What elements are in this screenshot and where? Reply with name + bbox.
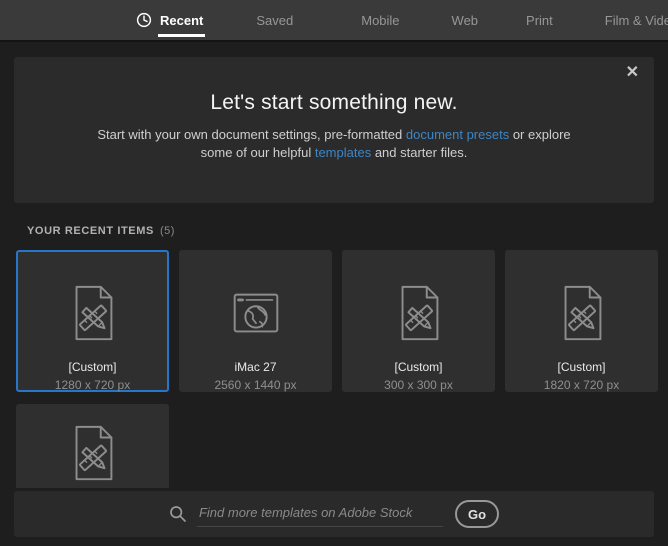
card-size: 1820 x 720 px	[507, 378, 656, 392]
hero-subtitle-text-3: and starter files.	[371, 145, 467, 160]
go-button[interactable]: Go	[455, 500, 499, 528]
tab-bar: Recent Saved Mobile Web Print Film & Vid…	[0, 0, 668, 42]
card-name: iMac 27	[181, 360, 330, 374]
hero-subtitle: Start with your own document settings, p…	[95, 126, 573, 162]
card-size: 300 x 300 px	[344, 378, 493, 392]
recent-items-heading-text: YOUR RECENT ITEMS	[27, 225, 154, 237]
hero-subtitle-text-1: Start with your own document settings, p…	[97, 127, 406, 142]
tab-saved-label: Saved	[256, 13, 293, 28]
magnifier-icon	[169, 505, 187, 523]
close-icon[interactable]: ✕	[626, 65, 639, 81]
document-ruler-pencil-icon	[388, 282, 450, 344]
browser-globe-icon	[225, 282, 287, 344]
document-ruler-pencil-icon	[62, 282, 124, 344]
tab-saved[interactable]: Saved	[256, 13, 293, 28]
tab-recent[interactable]: Recent	[136, 12, 203, 28]
card-size: 1280 x 720 px	[18, 378, 167, 392]
clock-icon	[136, 12, 152, 28]
tab-mobile-label: Mobile	[361, 13, 399, 28]
card-size: 2560 x 1440 px	[181, 378, 330, 392]
recent-cards-row-2	[16, 404, 668, 488]
recent-items-heading: YOUR RECENT ITEMS (5)	[27, 225, 668, 237]
recent-card-5[interactable]	[16, 404, 169, 488]
stock-search-input[interactable]	[197, 501, 443, 527]
tab-mobile[interactable]: Mobile	[361, 13, 399, 28]
recent-card-imac-27[interactable]: iMac 27 2560 x 1440 px	[179, 250, 332, 392]
tab-film-video[interactable]: Film & Video	[605, 13, 668, 28]
card-name: [Custom]	[18, 360, 167, 374]
card-name: [Custom]	[344, 360, 493, 374]
tab-print-label: Print	[526, 13, 553, 28]
recent-card-custom-1820x720[interactable]: [Custom] 1820 x 720 px	[505, 250, 658, 392]
recent-card-custom-1280x720[interactable]: [Custom] 1280 x 720 px	[16, 250, 169, 392]
tab-web-label: Web	[452, 13, 479, 28]
document-presets-link[interactable]: document presets	[406, 127, 509, 142]
hero-title: Let's start something new.	[14, 57, 654, 115]
templates-link[interactable]: templates	[315, 145, 371, 160]
tab-web[interactable]: Web	[452, 13, 479, 28]
card-name: [Custom]	[507, 360, 656, 374]
tab-print[interactable]: Print	[526, 13, 553, 28]
document-ruler-pencil-icon	[551, 282, 613, 344]
hero-banner: ✕ Let's start something new. Start with …	[14, 57, 654, 203]
adobe-stock-search-bar: Go	[14, 491, 654, 537]
recent-cards-row-1: [Custom] 1280 x 720 px iMac 27 2560 x 14…	[16, 250, 668, 392]
tab-film-video-label: Film & Video	[605, 13, 668, 28]
recent-card-custom-300x300[interactable]: [Custom] 300 x 300 px	[342, 250, 495, 392]
document-ruler-pencil-icon	[62, 422, 124, 484]
recent-items-count: (5)	[160, 225, 175, 237]
tab-recent-label: Recent	[160, 13, 203, 28]
